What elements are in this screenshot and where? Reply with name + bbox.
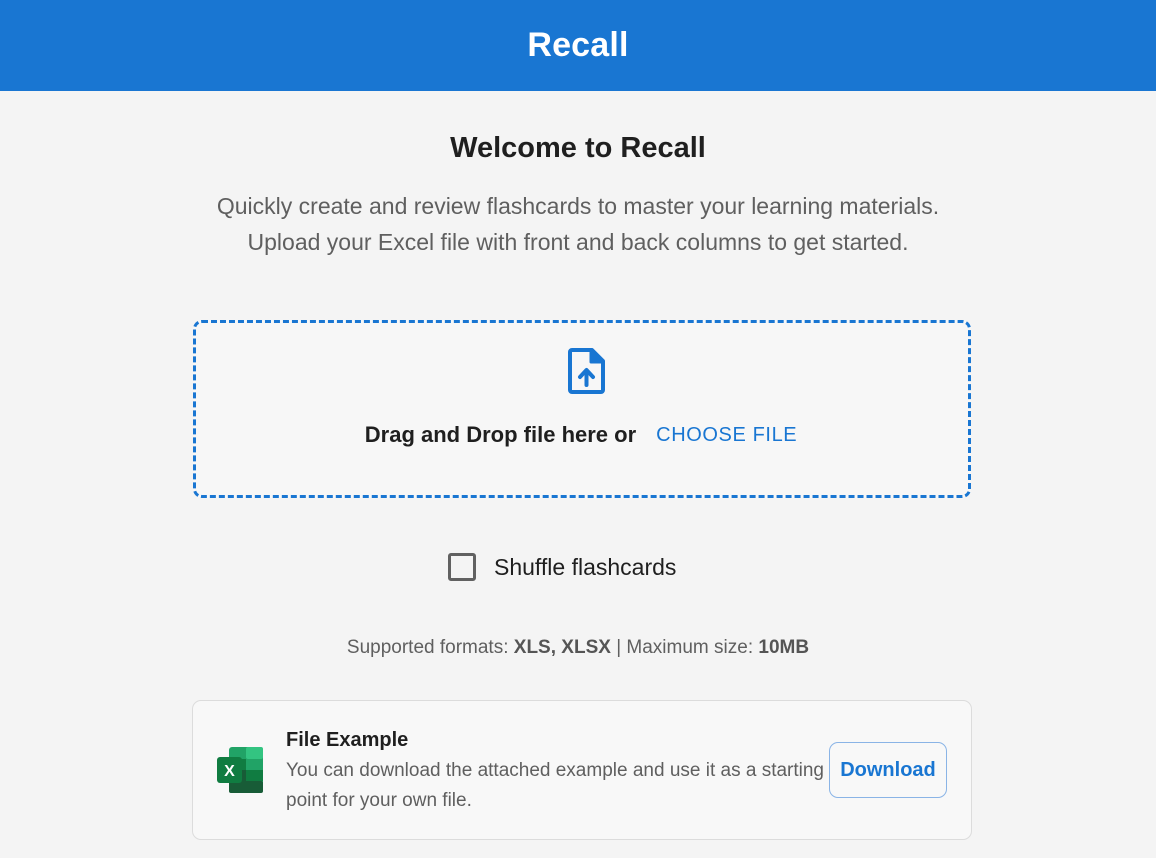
file-example-card: X File Example You can download the atta… [192, 700, 972, 840]
welcome-description: Quickly create and review flashcards to … [0, 188, 1156, 260]
dropzone-row: Drag and Drop file here or CHOOSE FILE [196, 422, 968, 448]
supported-formats-text: Supported formats: XLS, XLSX | Maximum s… [0, 637, 1156, 659]
excel-icon: X [217, 747, 263, 793]
app-bar: Recall [0, 0, 1156, 91]
choose-file-button[interactable]: CHOOSE FILE [654, 424, 799, 447]
download-button[interactable]: Download [829, 742, 947, 798]
welcome-line-2: Upload your Excel file with front and ba… [247, 229, 909, 255]
welcome-line-1: Quickly create and review flashcards to … [216, 193, 940, 219]
file-upload-icon [568, 348, 605, 394]
file-dropzone[interactable]: Drag and Drop file here or CHOOSE FILE [193, 320, 971, 498]
dropzone-text: Drag and Drop file here or [364, 422, 637, 447]
shuffle-option[interactable]: Shuffle flashcards [448, 551, 676, 583]
formats-prefix: Supported formats: [346, 637, 514, 658]
app-title: Recall [527, 26, 629, 64]
formats-value: XLS, XLSX [513, 637, 611, 658]
file-example-description: You can download the attached example an… [286, 760, 825, 811]
shuffle-label[interactable]: Shuffle flashcards [494, 554, 676, 581]
size-value: 10MB [758, 637, 810, 658]
svg-text:X: X [224, 763, 235, 780]
size-prefix: | Maximum size: [610, 637, 759, 658]
welcome-heading: Welcome to Recall [450, 132, 706, 164]
shuffle-checkbox[interactable] [448, 553, 476, 581]
file-example-title: File Example [286, 729, 409, 751]
